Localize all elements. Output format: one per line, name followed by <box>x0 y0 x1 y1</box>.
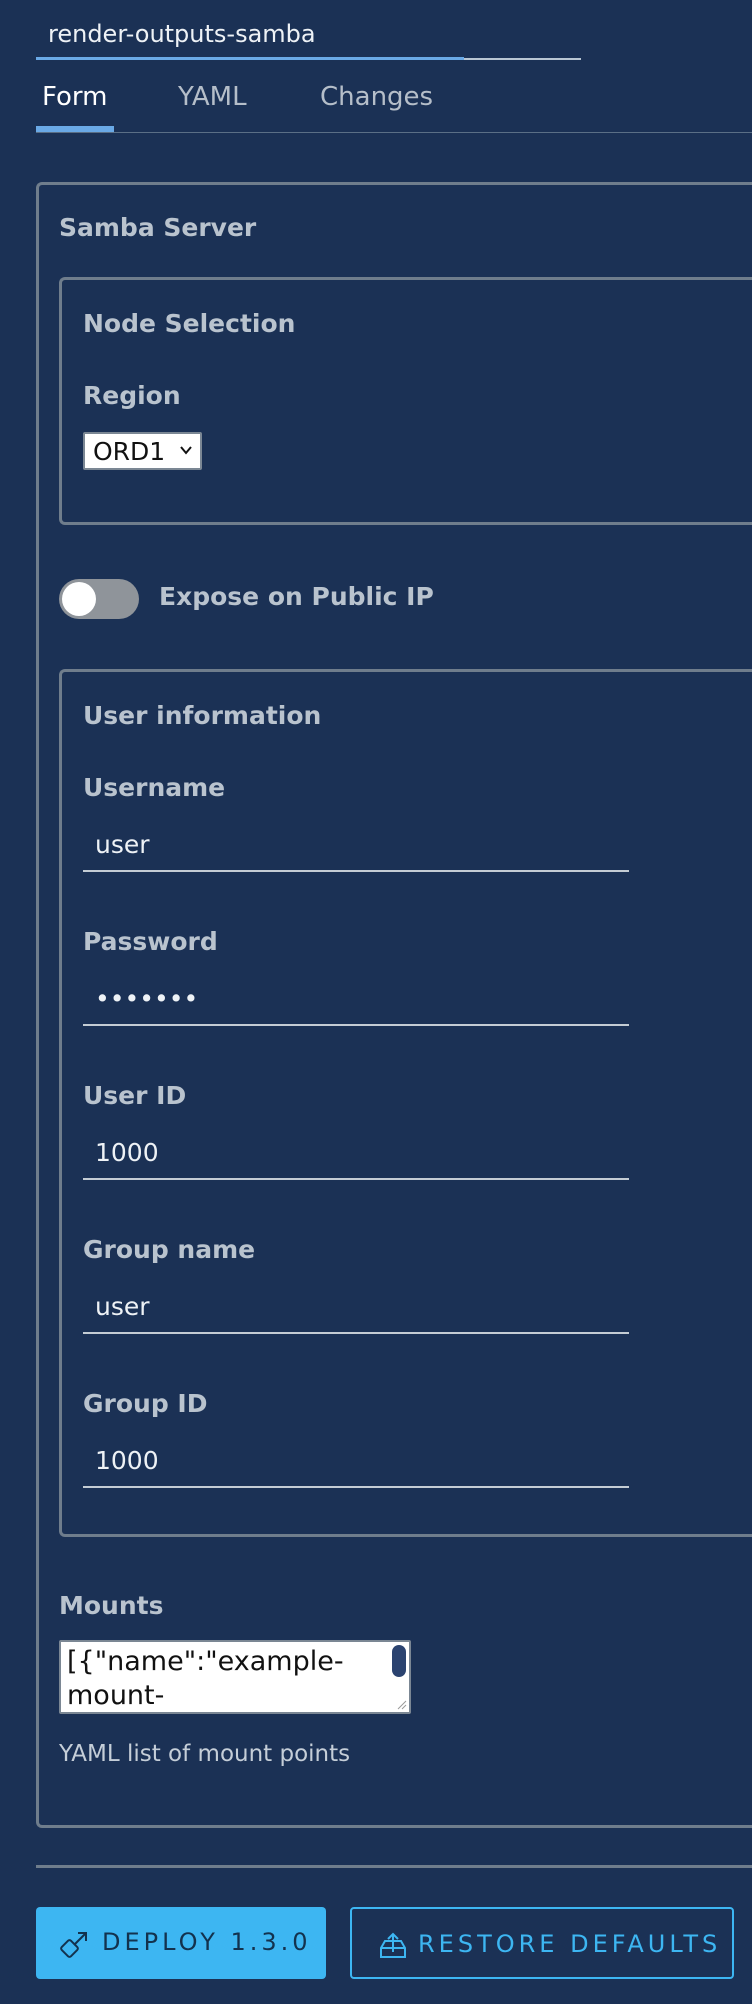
expose-public-ip-toggle[interactable] <box>59 579 139 619</box>
group-name-input[interactable]: user <box>83 1286 629 1334</box>
divider <box>36 1865 752 1868</box>
tab-yaml-label: YAML <box>178 82 247 112</box>
mounts-textarea[interactable]: [{"name":"example- mount- <box>59 1640 411 1714</box>
password-value: ••••••• <box>95 984 199 1013</box>
group-name-value: user <box>95 1292 150 1321</box>
deploy-button-label: DEPLOY 1.3.0 <box>102 1928 312 1956</box>
node-selection-title: Node Selection <box>83 309 296 338</box>
restore-defaults-label: RESTORE DEFAULTS <box>418 1930 722 1958</box>
chevron-down-icon <box>180 446 192 455</box>
resize-grip-icon[interactable] <box>395 1698 407 1710</box>
username-value: user <box>95 830 150 859</box>
user-id-label: User ID <box>83 1081 187 1110</box>
group-id-value: 1000 <box>95 1446 159 1475</box>
app-name-value: render-outputs-samba <box>48 20 316 48</box>
region-value: ORD1 <box>93 437 166 466</box>
deploy-button[interactable]: DEPLOY 1.3.0 <box>36 1907 326 1979</box>
region-label: Region <box>83 381 181 410</box>
deploy-icon <box>60 1932 87 1958</box>
username-label: Username <box>83 773 226 802</box>
mounts-value: [{"name":"example- mount- <box>67 1646 344 1711</box>
user-id-value: 1000 <box>95 1138 159 1167</box>
group-id-label: Group ID <box>83 1389 208 1418</box>
region-select[interactable]: ORD1 <box>83 432 202 470</box>
user-information-title: User information <box>83 701 322 730</box>
tab-changes-label: Changes <box>320 82 434 112</box>
restore-icon <box>380 1932 406 1958</box>
tab-bar: Form YAML Changes <box>36 78 752 133</box>
group-id-input[interactable]: 1000 <box>83 1440 629 1488</box>
app-name-input[interactable]: render-outputs-samba <box>36 14 581 60</box>
tab-form-label: Form <box>42 82 108 112</box>
mounts-label: Mounts <box>59 1591 164 1620</box>
restore-defaults-button[interactable]: RESTORE DEFAULTS <box>350 1907 734 1979</box>
tab-active-indicator <box>36 126 114 132</box>
password-input[interactable]: ••••••• <box>83 978 629 1026</box>
tab-changes[interactable]: Changes <box>320 82 433 128</box>
username-input[interactable]: user <box>83 824 629 872</box>
section-title: Samba Server <box>59 213 257 242</box>
password-label: Password <box>83 927 218 956</box>
tab-form[interactable]: Form <box>36 82 114 132</box>
tab-yaml[interactable]: YAML <box>178 82 247 128</box>
textarea-scrollbar[interactable] <box>392 1645 406 1677</box>
expose-public-ip-label: Expose on Public IP <box>159 582 434 611</box>
app-name-underline-active <box>36 57 464 60</box>
group-name-label: Group name <box>83 1235 256 1264</box>
mounts-hint: YAML list of mount points <box>59 1741 351 1767</box>
toggle-knob <box>62 582 96 616</box>
user-id-input[interactable]: 1000 <box>83 1132 629 1180</box>
